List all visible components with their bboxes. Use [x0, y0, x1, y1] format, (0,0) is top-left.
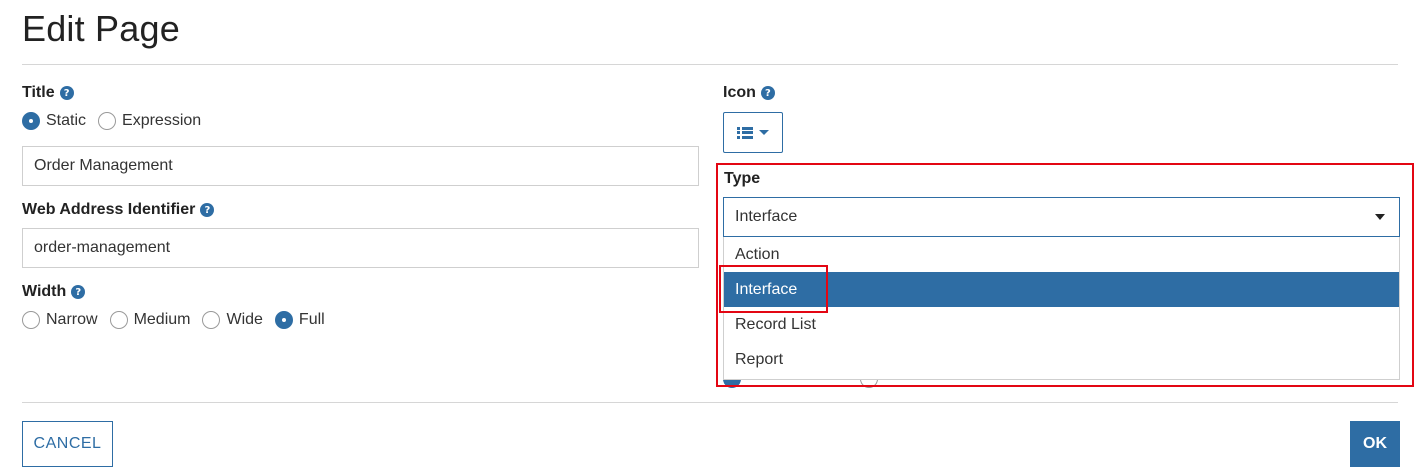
radio-label: Static [46, 112, 87, 129]
radio-label: Medium [133, 311, 191, 328]
question-circle-icon[interactable]: ? [760, 86, 775, 100]
footer-divider [22, 402, 1398, 403]
option-label: Action [735, 245, 780, 263]
radio-label: Wide [226, 311, 263, 328]
type-option-report[interactable]: Report [724, 342, 1399, 377]
radio-unchecked-icon[interactable] [109, 311, 128, 329]
web-address-input-value: order-management [34, 239, 171, 256]
title-mode-static[interactable]: Static [22, 112, 86, 130]
type-option-action[interactable]: Action [724, 237, 1399, 272]
width-option-wide[interactable]: Wide [202, 311, 263, 329]
radio-label: Expression [122, 112, 202, 129]
title-input[interactable]: Order Management [22, 146, 699, 186]
page-title: Edit Page [22, 8, 180, 49]
width-option-medium[interactable]: Medium [109, 311, 191, 329]
radio-label: Full [298, 311, 325, 328]
option-label: Report [735, 350, 784, 368]
title-label-text: Title [22, 84, 55, 101]
type-select-value: Interface [735, 208, 798, 225]
type-select[interactable]: Interface [723, 197, 1400, 237]
width-label-text: Width [22, 283, 67, 300]
type-option-interface[interactable]: Interface [724, 272, 1399, 307]
width-label: Width ? [22, 283, 86, 301]
icon-label-text: Icon [723, 84, 756, 101]
width-radio-group: Narrow Medium Wide Full [22, 311, 337, 329]
icon-picker-button[interactable] [723, 112, 783, 153]
radio-unchecked-icon[interactable] [22, 311, 40, 329]
title-label: Title ? [22, 84, 74, 102]
width-option-full[interactable]: Full [274, 311, 325, 329]
option-label: Record List [735, 315, 816, 333]
web-address-input[interactable]: order-management [22, 228, 699, 268]
width-option-narrow[interactable]: Narrow [22, 311, 98, 329]
type-dropdown-list: Action Interface Record List Report [723, 237, 1400, 380]
list-icon [737, 126, 753, 139]
radio-unchecked-icon[interactable] [202, 311, 221, 329]
question-circle-icon[interactable]: ? [200, 203, 215, 217]
header-divider [22, 64, 1398, 65]
type-label-text: Type [724, 170, 761, 187]
title-mode-expression[interactable]: Expression [98, 112, 201, 130]
cancel-button[interactable]: CANCEL [22, 421, 113, 467]
question-circle-icon[interactable]: ? [59, 86, 74, 100]
radio-unchecked-icon[interactable] [98, 112, 117, 130]
ok-button[interactable]: OK [1350, 421, 1400, 467]
caret-down-icon [1375, 214, 1385, 220]
radio-checked-icon[interactable] [274, 311, 293, 329]
title-input-value: Order Management [34, 157, 173, 174]
caret-down-icon [759, 130, 769, 135]
title-mode-radio-group: Static Expression [22, 112, 213, 130]
type-label: Type [724, 170, 760, 188]
question-circle-icon[interactable]: ? [71, 285, 86, 299]
radio-label: Narrow [46, 311, 98, 328]
icon-label: Icon ? [723, 84, 775, 102]
type-option-record-list[interactable]: Record List [724, 307, 1399, 342]
radio-checked-icon[interactable] [22, 112, 40, 130]
web-address-label: Web Address Identifier ? [22, 201, 215, 219]
web-address-label-text: Web Address Identifier [22, 201, 196, 218]
option-label: Interface [735, 280, 798, 298]
